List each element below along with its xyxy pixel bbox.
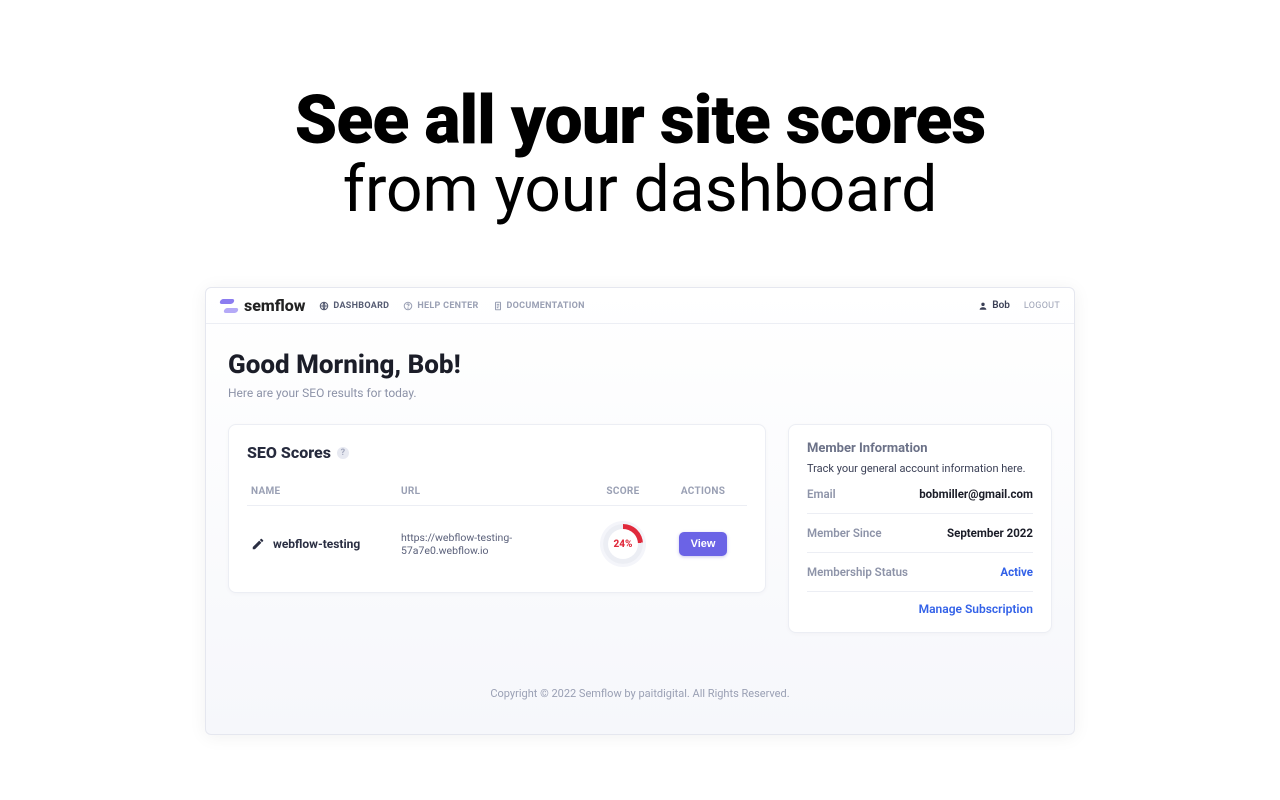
hero-line-2: from your dashboard <box>0 152 1280 227</box>
logout-link[interactable]: LOGOUT <box>1024 301 1060 311</box>
actions-cell: View <box>663 532 743 556</box>
greeting-title: Good Morning, Bob! <box>228 350 1052 380</box>
email-value: bobmiller@gmail.com <box>919 487 1033 501</box>
email-label: Email <box>807 487 836 501</box>
hero: See all your site scores from your dashb… <box>0 0 1280 287</box>
topbar-left: semflow DASHBOARD HELP CENTER DOCUMENTAT… <box>220 296 585 315</box>
member-info-subtitle: Track your general account information h… <box>807 462 1033 475</box>
nav-help-center[interactable]: HELP CENTER <box>403 301 478 311</box>
scores-table-header: NAME URL SCORE ACTIONS <box>247 478 747 506</box>
member-info-title: Member Information <box>807 441 1033 456</box>
score-cell: 24% <box>583 524 663 564</box>
greeting-subtitle: Here are your SEO results for today. <box>228 386 1052 400</box>
scores-table: NAME URL SCORE ACTIONS webflow-testing h… <box>247 478 747 570</box>
info-row-since: Member Since September 2022 <box>807 514 1033 553</box>
topbar: semflow DASHBOARD HELP CENTER DOCUMENTAT… <box>206 288 1074 324</box>
since-label: Member Since <box>807 526 882 540</box>
status-label: Membership Status <box>807 565 908 579</box>
user-name: Bob <box>992 300 1010 311</box>
seo-scores-card: SEO Scores ? NAME URL SCORE ACTIONS webf… <box>228 424 766 593</box>
since-value: September 2022 <box>947 526 1033 540</box>
nav-docs-label: DOCUMENTATION <box>507 301 585 311</box>
info-row-email: Email bobmiller@gmail.com <box>807 475 1033 514</box>
globe-icon <box>319 301 329 311</box>
panels: SEO Scores ? NAME URL SCORE ACTIONS webf… <box>228 424 1052 633</box>
hero-line-1: See all your site scores <box>0 80 1280 160</box>
score-ring: 24% <box>603 524 643 564</box>
nav-dashboard[interactable]: DASHBOARD <box>319 301 389 311</box>
document-icon <box>493 301 503 311</box>
brand-mark-icon <box>220 299 238 313</box>
view-button[interactable]: View <box>679 532 728 556</box>
score-value: 24% <box>614 539 633 550</box>
user-icon <box>978 301 988 311</box>
seo-scores-title: SEO Scores ? <box>247 443 747 462</box>
member-info-card: Member Information Track your general ac… <box>788 424 1052 633</box>
topbar-right: Bob LOGOUT <box>978 300 1060 311</box>
site-url-cell: https://webflow-testing-57a7e0.webflow.i… <box>401 531 583 557</box>
site-name-cell: webflow-testing <box>251 537 401 551</box>
manage-subscription-link[interactable]: Manage Subscription <box>807 592 1033 616</box>
nav-dashboard-label: DASHBOARD <box>333 301 389 311</box>
table-row: webflow-testing https://webflow-testing-… <box>247 506 747 570</box>
col-url: URL <box>401 486 583 497</box>
brand-logo[interactable]: semflow <box>220 296 305 315</box>
help-icon[interactable]: ? <box>337 447 349 459</box>
site-name-text: webflow-testing <box>273 537 360 551</box>
col-score: SCORE <box>583 486 663 497</box>
col-name: NAME <box>251 486 401 497</box>
user-chip[interactable]: Bob <box>978 300 1010 311</box>
app-window: semflow DASHBOARD HELP CENTER DOCUMENTAT… <box>205 287 1075 735</box>
footer-copyright: Copyright © 2022 Semflow by paitdigital.… <box>228 633 1052 714</box>
content: Good Morning, Bob! Here are your SEO res… <box>206 324 1074 734</box>
nav-help-label: HELP CENTER <box>417 301 478 311</box>
seo-scores-title-text: SEO Scores <box>247 443 331 462</box>
col-actions: ACTIONS <box>663 486 743 497</box>
info-row-status: Membership Status Active <box>807 553 1033 592</box>
pencil-icon[interactable] <box>251 537 265 551</box>
nav-documentation[interactable]: DOCUMENTATION <box>493 301 585 311</box>
question-circle-icon <box>403 301 413 311</box>
status-value: Active <box>1000 565 1033 579</box>
brand-name: semflow <box>244 296 305 315</box>
